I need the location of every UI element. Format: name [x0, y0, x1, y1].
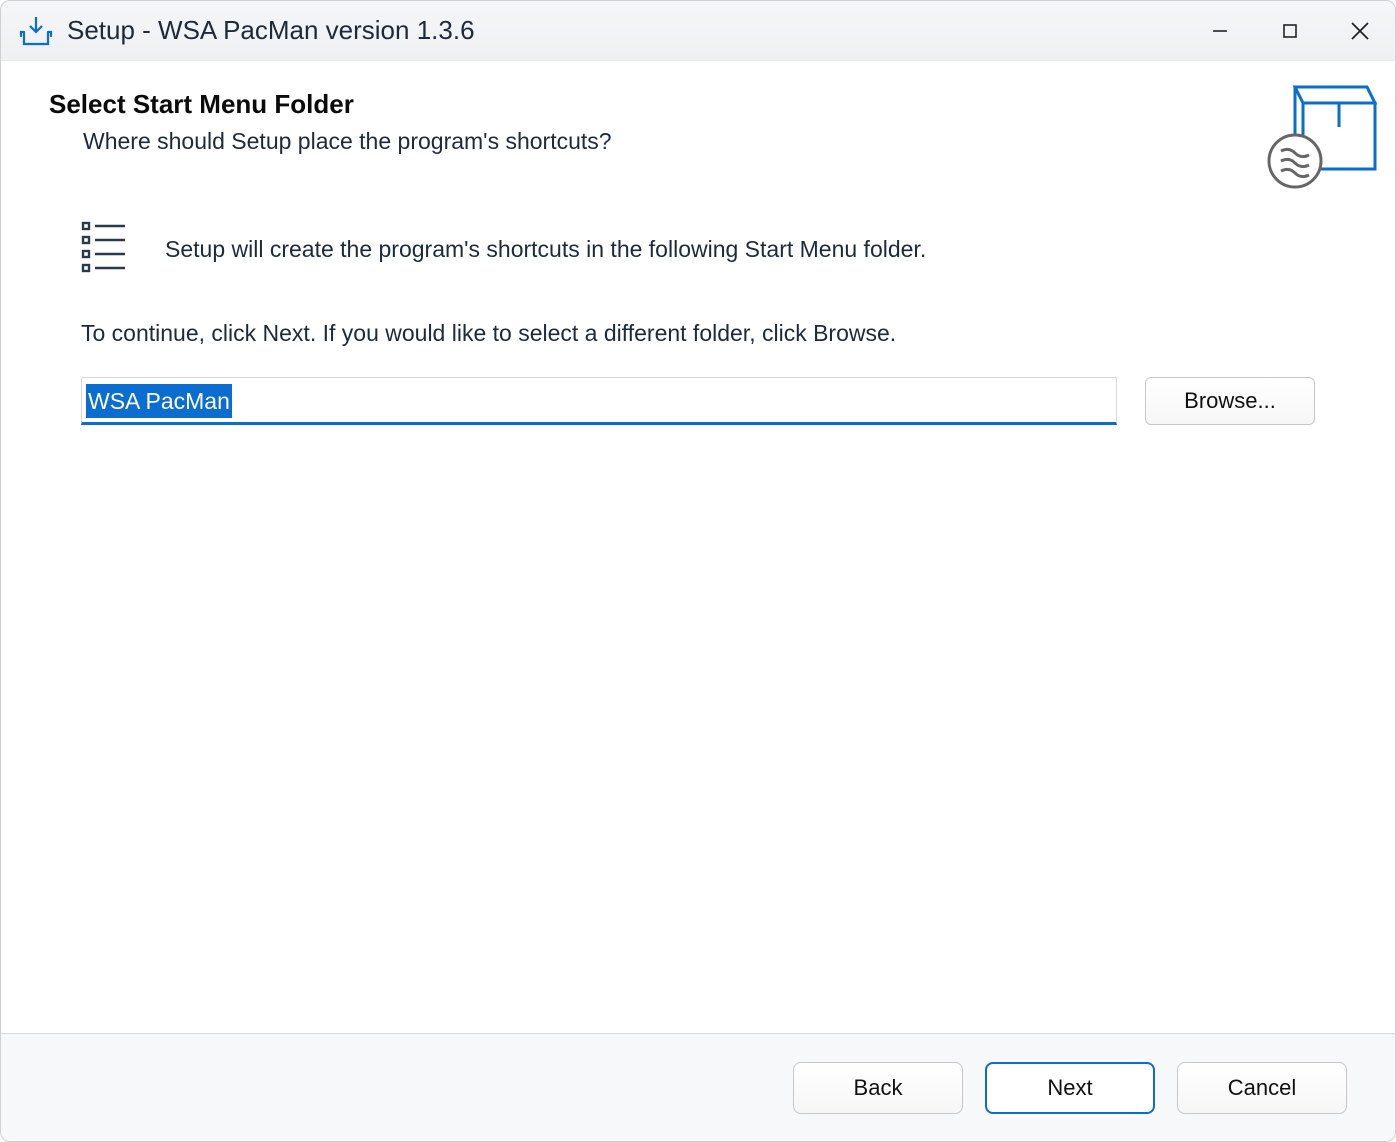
back-button[interactable]: Back: [793, 1062, 963, 1114]
titlebar: Setup - WSA PacMan version 1.3.6: [1, 1, 1395, 61]
close-button[interactable]: [1325, 1, 1395, 60]
page-title: Select Start Menu Folder: [49, 89, 1347, 120]
wizard-header: Select Start Menu Folder Where should Se…: [1, 61, 1395, 179]
cancel-button[interactable]: Cancel: [1177, 1062, 1347, 1114]
browse-button[interactable]: Browse...: [1145, 377, 1315, 425]
next-button[interactable]: Next: [985, 1062, 1155, 1114]
wizard-body: Setup will create the program's shortcut…: [1, 179, 1395, 1033]
window-title: Setup - WSA PacMan version 1.3.6: [67, 15, 1185, 46]
info-row: Setup will create the program's shortcut…: [81, 219, 1315, 280]
folder-path-row: WSA PacMan Browse...: [81, 377, 1315, 425]
window-controls: [1185, 1, 1395, 60]
instruction-text: To continue, click Next. If you would li…: [81, 320, 1315, 347]
start-menu-folder-input[interactable]: [81, 377, 1117, 425]
minimize-button[interactable]: [1185, 1, 1255, 60]
page-subtitle: Where should Setup place the program's s…: [83, 128, 1347, 155]
wizard-footer: Back Next Cancel: [1, 1033, 1395, 1141]
installer-icon: [19, 14, 53, 48]
info-text: Setup will create the program's shortcut…: [165, 236, 926, 263]
maximize-button[interactable]: [1255, 1, 1325, 60]
package-icon: [1257, 73, 1377, 198]
setup-window: Setup - WSA PacMan version 1.3.6 Select …: [0, 0, 1396, 1142]
start-menu-list-icon: [81, 219, 131, 280]
